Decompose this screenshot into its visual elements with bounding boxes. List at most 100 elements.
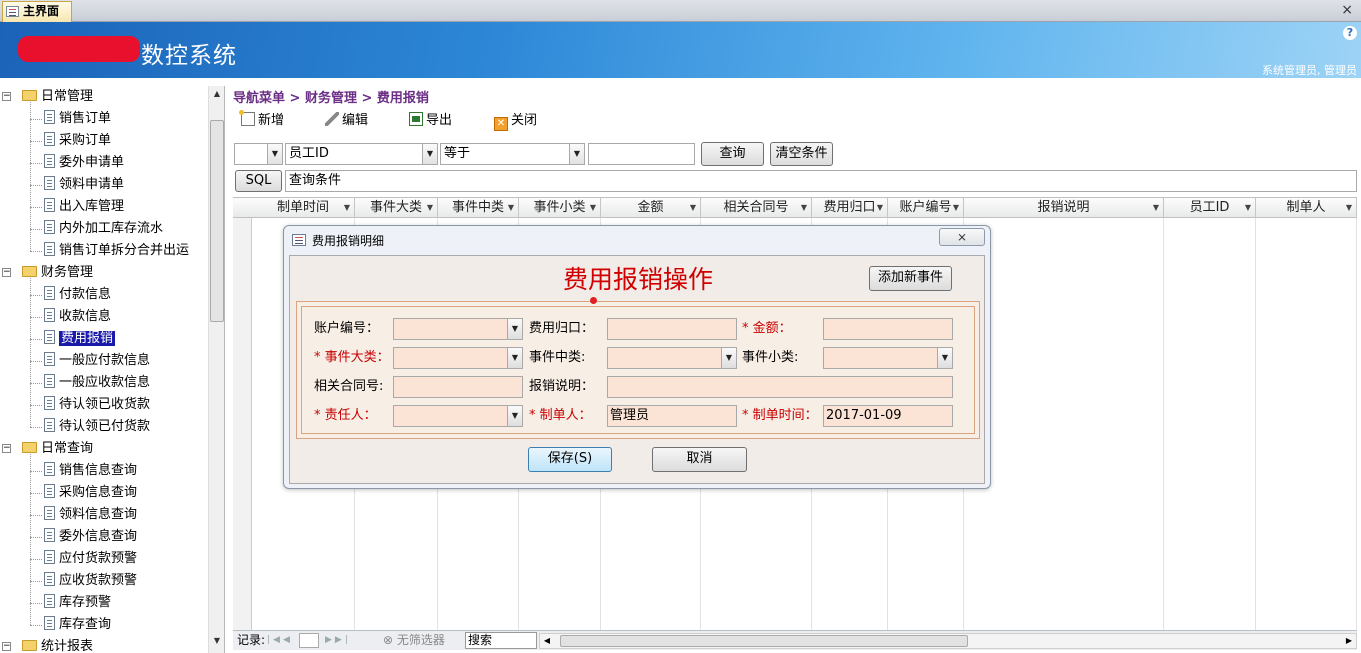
- chevron-down-icon[interactable]: ▼: [507, 319, 522, 339]
- column-header[interactable]: 事件中类 ▼: [438, 198, 519, 218]
- record-number-input[interactable]: [299, 633, 319, 648]
- nav-group-0[interactable]: − 日常管理: [2, 86, 93, 108]
- chevron-down-icon[interactable]: ▼: [267, 144, 282, 164]
- no-filter-indicator[interactable]: ⊗ 无筛选器: [383, 631, 445, 650]
- sort-filter-icon[interactable]: ▼: [690, 198, 696, 218]
- sort-filter-icon[interactable]: ▼: [1245, 198, 1251, 218]
- sort-filter-icon[interactable]: ▼: [1153, 198, 1159, 218]
- cancel-button[interactable]: 取消: [652, 447, 747, 472]
- new-button[interactable]: 新增: [239, 110, 284, 132]
- nav-scrollbar[interactable]: ▲ ▼: [208, 86, 224, 653]
- scroll-up-icon[interactable]: ▲: [209, 86, 224, 102]
- column-header[interactable]: 金额 ▼: [601, 198, 701, 218]
- created-time-input[interactable]: 2017-01-09: [823, 405, 953, 427]
- nav-group-3[interactable]: − 统计报表: [2, 636, 93, 653]
- column-header[interactable]: 制单时间 ▼: [252, 198, 355, 218]
- description-input[interactable]: [607, 376, 953, 398]
- help-icon[interactable]: ?: [1343, 26, 1357, 40]
- collapse-icon[interactable]: −: [2, 444, 11, 453]
- filter-value-input[interactable]: [588, 143, 695, 165]
- nav-item[interactable]: 采购信息查询: [44, 482, 137, 504]
- edit-button[interactable]: 编辑: [325, 110, 368, 132]
- chevron-down-icon[interactable]: ▼: [507, 348, 522, 368]
- add-event-button[interactable]: 添加新事件: [869, 266, 952, 291]
- collapse-icon[interactable]: −: [2, 92, 11, 101]
- account-no-select[interactable]: ▼: [393, 318, 523, 340]
- scroll-down-icon[interactable]: ▼: [209, 633, 224, 649]
- nav-item[interactable]: 库存查询: [44, 614, 111, 636]
- collapse-icon[interactable]: −: [2, 642, 11, 651]
- nav-item[interactable]: 库存预警: [44, 592, 111, 614]
- logic-select[interactable]: ▼: [234, 143, 283, 165]
- event-middle-select[interactable]: ▼: [607, 347, 737, 369]
- column-header[interactable]: 制单人 ▼: [1256, 198, 1357, 218]
- nav-item[interactable]: 领料申请单: [44, 174, 124, 196]
- nav-group-2[interactable]: − 日常查询: [2, 438, 93, 460]
- column-header[interactable]: 相关合同号 ▼: [701, 198, 812, 218]
- sort-filter-icon[interactable]: ▼: [508, 198, 514, 218]
- nav-item[interactable]: 销售信息查询: [44, 460, 137, 482]
- horizontal-scrollbar[interactable]: ◀ ▶: [539, 633, 1357, 649]
- nav-item[interactable]: 一般应付款信息: [44, 350, 150, 372]
- chevron-down-icon[interactable]: ▼: [937, 348, 952, 368]
- nav-item[interactable]: 委外申请单: [44, 152, 124, 174]
- column-header[interactable]: 账户编号 ▼: [888, 198, 964, 218]
- event-minor-select[interactable]: ▼: [823, 347, 953, 369]
- column-header[interactable]: 费用归口 ▼: [812, 198, 888, 218]
- nav-item[interactable]: 出入库管理: [44, 196, 124, 218]
- record-nav-arrows[interactable]: |◀◀: [267, 631, 293, 650]
- event-major-select[interactable]: ▼: [393, 347, 523, 369]
- chevron-down-icon[interactable]: ▼: [422, 144, 437, 164]
- scroll-thumb[interactable]: [210, 120, 224, 322]
- expense-dept-input[interactable]: [607, 318, 737, 340]
- nav-item[interactable]: 内外加工库存流水: [44, 218, 163, 240]
- sort-filter-icon[interactable]: ▼: [801, 198, 807, 218]
- nav-item[interactable]: 销售订单拆分合并出运: [44, 240, 189, 262]
- nav-item[interactable]: 销售订单: [44, 108, 111, 130]
- sort-filter-icon[interactable]: ▼: [427, 198, 433, 218]
- sort-filter-icon[interactable]: ▼: [953, 198, 959, 218]
- collapse-icon[interactable]: −: [2, 268, 11, 277]
- nav-item[interactable]: 付款信息: [44, 284, 111, 306]
- dialog-titlebar[interactable]: 费用报销明细 ⨯: [284, 226, 990, 254]
- responsible-select[interactable]: ▼: [393, 405, 523, 427]
- sort-filter-icon[interactable]: ▼: [1346, 198, 1352, 218]
- nav-item[interactable]: 待认领已收货款: [44, 394, 150, 416]
- contract-no-input[interactable]: [393, 376, 523, 398]
- sort-filter-icon[interactable]: ▼: [344, 198, 350, 218]
- nav-group-1[interactable]: − 财务管理: [2, 262, 93, 284]
- nav-item[interactable]: 费用报销: [44, 328, 116, 350]
- export-button[interactable]: 导出: [409, 110, 452, 132]
- sort-filter-icon[interactable]: ▼: [590, 198, 596, 218]
- scroll-thumb[interactable]: [560, 635, 968, 647]
- filter-field-select[interactable]: 员工ID ▼: [285, 143, 438, 165]
- scroll-right-icon[interactable]: ▶: [1342, 634, 1356, 648]
- chevron-down-icon[interactable]: ▼: [507, 406, 522, 426]
- sql-button[interactable]: SQL: [235, 170, 282, 192]
- chevron-down-icon[interactable]: ▼: [721, 348, 736, 368]
- tab-main-screen[interactable]: 主界面: [2, 1, 72, 22]
- search-input[interactable]: 搜索: [465, 632, 537, 649]
- nav-item[interactable]: 应付货款预警: [44, 548, 137, 570]
- scroll-left-icon[interactable]: ◀: [540, 634, 554, 648]
- column-header[interactable]: 员工ID ▼: [1164, 198, 1256, 218]
- clear-conditions-button[interactable]: 清空条件: [770, 142, 833, 166]
- column-header[interactable]: 事件大类 ▼: [355, 198, 438, 218]
- close-button[interactable]: ✕ 关闭: [494, 110, 537, 132]
- query-condition-field[interactable]: 查询条件: [285, 170, 1357, 192]
- amount-input[interactable]: [823, 318, 953, 340]
- chevron-down-icon[interactable]: ▼: [569, 144, 584, 164]
- column-header[interactable]: 事件小类 ▼: [519, 198, 601, 218]
- column-header[interactable]: 报销说明 ▼: [964, 198, 1164, 218]
- dialog-close-button[interactable]: ⨯: [939, 228, 985, 246]
- save-button[interactable]: 保存(S): [528, 447, 612, 472]
- nav-item[interactable]: 应收货款预警: [44, 570, 137, 592]
- nav-item[interactable]: 领料信息查询: [44, 504, 137, 526]
- record-nav-next[interactable]: ▶▶|: [325, 631, 351, 650]
- nav-item[interactable]: 采购订单: [44, 130, 111, 152]
- nav-item[interactable]: 待认领已付货款: [44, 416, 150, 438]
- query-button[interactable]: 查询: [701, 142, 764, 166]
- nav-item[interactable]: 一般应收款信息: [44, 372, 150, 394]
- filter-operator-select[interactable]: 等于 ▼: [440, 143, 585, 165]
- nav-item[interactable]: 委外信息查询: [44, 526, 137, 548]
